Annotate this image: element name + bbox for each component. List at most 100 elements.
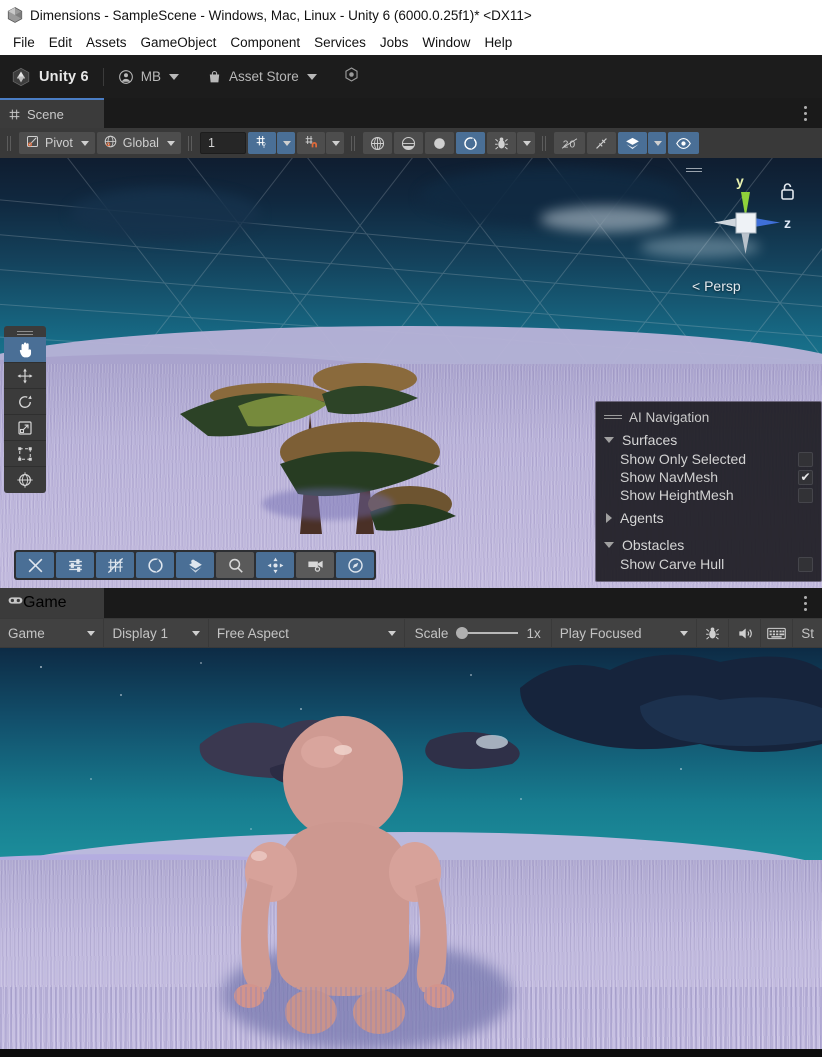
menu-item-assets[interactable]: Assets — [79, 33, 134, 52]
drag-handle-icon[interactable] — [604, 415, 622, 420]
keyboard-input-button[interactable] — [761, 619, 793, 647]
grid-axis-y-button[interactable]: Y — [247, 132, 276, 154]
search-button[interactable] — [216, 552, 254, 578]
menu-item-jobs[interactable]: Jobs — [373, 33, 416, 52]
ai-row-show-only-selected[interactable]: Show Only Selected — [596, 450, 821, 468]
compass-icon — [347, 557, 363, 573]
layers-button[interactable] — [176, 552, 214, 578]
light-probes-button[interactable] — [136, 552, 174, 578]
2d-3d-toggle-button[interactable] — [393, 132, 423, 154]
hand-tool[interactable] — [4, 337, 46, 363]
moon-sphere-icon — [147, 557, 163, 573]
shading-mode-button[interactable] — [362, 132, 392, 154]
show-navmesh-checkbox[interactable]: ✔ — [798, 469, 813, 485]
tab-game-label: Game — [23, 594, 67, 611]
game-panel-options-icon[interactable] — [798, 596, 812, 611]
menu-item-help[interactable]: Help — [477, 33, 519, 52]
stats-button[interactable]: St — [793, 619, 822, 647]
view-mode-dropdown[interactable]: Game — [0, 619, 104, 647]
grid-snap-magnet-icon — [303, 134, 319, 153]
chevron-down-icon — [679, 630, 688, 636]
snap-dropdown[interactable] — [325, 132, 344, 154]
scale-value: 1x — [526, 625, 541, 641]
ai-group-agents[interactable]: Agents — [596, 508, 821, 528]
unity-logo-icon — [12, 67, 30, 86]
scene-visibility-eye-button[interactable] — [667, 132, 699, 154]
navigation-button[interactable] — [336, 552, 374, 578]
tools-overlay-button[interactable] — [16, 552, 54, 578]
tab-scene[interactable]: Scene — [0, 98, 104, 128]
ai-navigation-header[interactable]: AI Navigation — [596, 408, 821, 430]
gizmo-visibility-button[interactable]: 2 0 — [553, 132, 585, 154]
menu-item-file[interactable]: File — [6, 33, 42, 52]
globe-icon — [103, 134, 118, 152]
ai-row-label: Show NavMesh — [620, 469, 719, 485]
scale-slider-control[interactable]: Scale 1x — [404, 619, 551, 647]
snap-button[interactable] — [296, 132, 325, 154]
transform-tool[interactable] — [4, 467, 46, 493]
grid-axis-dropdown[interactable] — [276, 132, 295, 154]
asset-store-dropdown[interactable]: Asset Store — [207, 69, 317, 85]
menu-item-window[interactable]: Window — [415, 33, 477, 52]
game-viewport[interactable] — [0, 648, 822, 1057]
menu-item-edit[interactable]: Edit — [42, 33, 79, 52]
chevron-down-icon — [283, 140, 292, 146]
play-mode-dropdown[interactable]: Play Focused — [551, 619, 696, 647]
toolbar-grip[interactable] — [350, 135, 357, 151]
gizmos-bug-icon — [706, 627, 719, 640]
scene-panel-options-icon[interactable] — [798, 106, 812, 121]
rotate-tool[interactable] — [4, 389, 46, 415]
game-tab-strip: Game — [0, 588, 822, 618]
show-only-selected-checkbox[interactable] — [798, 451, 813, 467]
scene-panel: Scene Pivot Global 1 Y 2 0 y z < Persp A… — [0, 98, 822, 588]
cameras-button[interactable] — [296, 552, 334, 578]
orientation-button[interactable] — [256, 552, 294, 578]
scene-orientation-gizmo[interactable]: y z < Persp — [684, 166, 804, 296]
perspective-label[interactable]: < Persp — [692, 278, 741, 294]
show-carve-hull-checkbox[interactable] — [798, 556, 813, 572]
account-dropdown[interactable]: MB — [118, 69, 179, 85]
scene-visibility-layers-button[interactable] — [617, 132, 647, 154]
grid-size-input[interactable]: 1 — [199, 132, 246, 154]
slider-handle[interactable] — [456, 627, 469, 639]
show-heightmesh-checkbox[interactable] — [798, 487, 813, 503]
scene-visibility-dropdown[interactable] — [647, 132, 666, 154]
scene-viewport[interactable]: y z < Persp AI Navigation Surfaces Show … — [0, 158, 822, 588]
toolbar-grip[interactable] — [541, 135, 548, 151]
toolbar-grip[interactable] — [187, 135, 194, 151]
scale-slider[interactable] — [456, 627, 519, 639]
gizmo-drag-handle[interactable] — [686, 168, 702, 173]
grid-snapping-button[interactable] — [96, 552, 134, 578]
pivot-dropdown[interactable]: Pivot — [19, 132, 95, 154]
lighting-button[interactable] — [424, 132, 454, 154]
display-dropdown[interactable]: Display 1 — [104, 619, 208, 647]
ai-row-show-carve-hull[interactable]: Show Carve Hull — [596, 555, 821, 573]
menu-item-component[interactable]: Component — [223, 33, 307, 52]
unity-version-badge-icon[interactable] — [343, 66, 360, 88]
ai-row-show-navmesh[interactable]: Show NavMesh ✔ — [596, 468, 821, 486]
scale-tool[interactable] — [4, 415, 46, 441]
mute-audio-button[interactable] — [729, 619, 761, 647]
menu-item-gameobject[interactable]: GameObject — [134, 33, 224, 52]
fx-dropdown[interactable] — [516, 132, 535, 154]
menu-item-services[interactable]: Services — [307, 33, 373, 52]
ai-row-show-heightmesh[interactable]: Show HeightMesh — [596, 486, 821, 504]
camera-icon — [307, 560, 323, 572]
camera-effects-button[interactable] — [586, 132, 616, 154]
audio-toggle-button[interactable] — [455, 132, 485, 154]
aspect-dropdown[interactable]: Free Aspect — [208, 619, 404, 647]
mute-audio-speaker-icon — [738, 628, 752, 638]
move-tool[interactable] — [4, 363, 46, 389]
fx-control — [486, 132, 535, 154]
ai-group-surfaces[interactable]: Surfaces — [596, 430, 821, 450]
toolbar-grip[interactable] — [6, 135, 13, 151]
component-overlay-button[interactable] — [56, 552, 94, 578]
tab-game[interactable]: Game — [0, 588, 104, 618]
pivot-icon — [25, 134, 40, 152]
gizmos-bug-button[interactable] — [696, 619, 729, 647]
ai-group-obstacles[interactable]: Obstacles — [596, 535, 821, 555]
handle-space-dropdown[interactable]: Global — [96, 132, 181, 154]
tools-drag-handle[interactable] — [4, 326, 46, 337]
rect-tool[interactable] — [4, 441, 46, 467]
fx-button[interactable] — [486, 132, 516, 154]
